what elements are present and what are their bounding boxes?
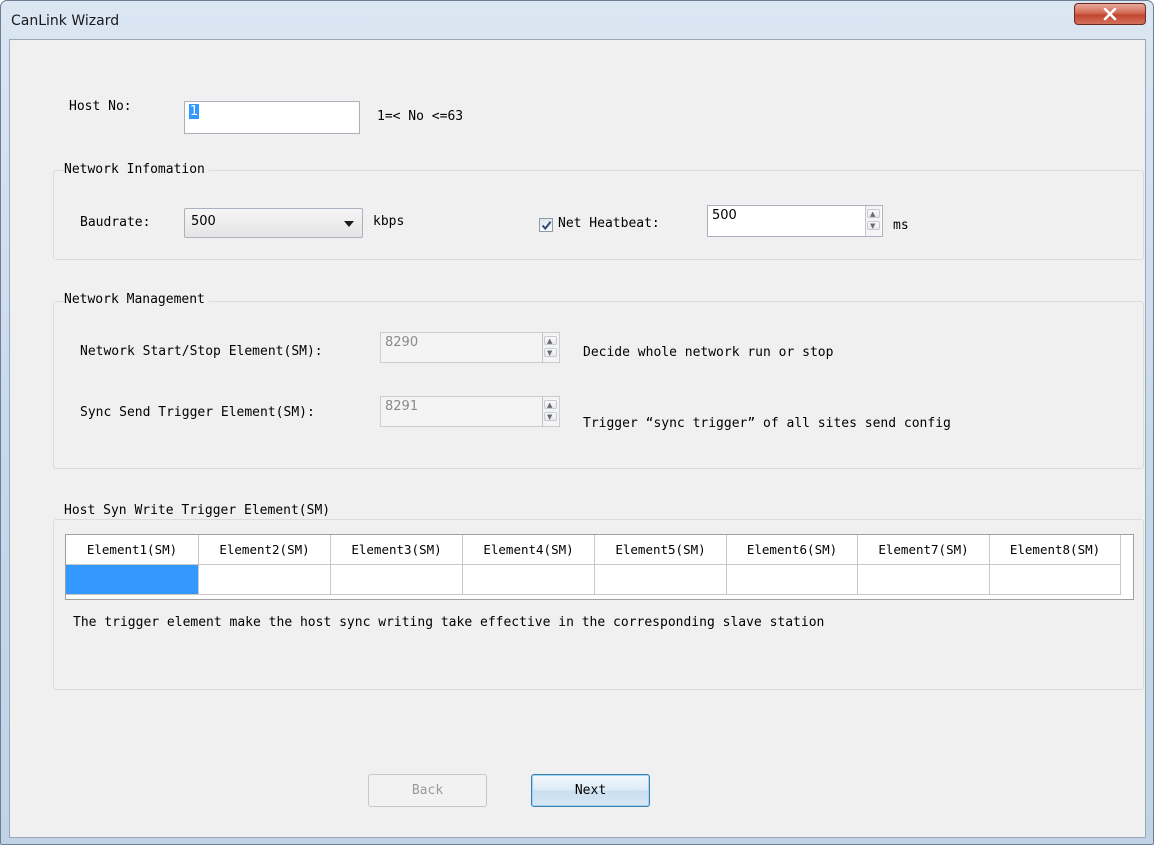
next-button[interactable]: Next	[531, 774, 650, 807]
grid-column-header[interactable]: Element7(SM)	[858, 535, 990, 565]
chevron-down-icon	[344, 221, 354, 227]
grid-cell[interactable]	[990, 565, 1121, 595]
grid-cell[interactable]	[331, 565, 463, 595]
sync-send-label: Sync Send Trigger Element(SM):	[80, 405, 315, 420]
host-no-label: Host No:	[69, 99, 132, 114]
grid-column-header[interactable]: Element4(SM)	[463, 535, 595, 565]
host-no-input[interactable]: 1	[184, 101, 360, 134]
grid-column-header[interactable]: Element8(SM)	[990, 535, 1121, 565]
baudrate-select[interactable]: 500	[184, 208, 363, 238]
checkmark-icon	[541, 221, 552, 231]
network-management-group	[53, 301, 1144, 469]
spin-up-icon[interactable]: ▲	[544, 400, 557, 409]
net-heartbeat-unit: ms	[893, 218, 909, 233]
title-bar[interactable]: CanLink Wizard	[1, 1, 1153, 37]
wizard-client-area: Host No: 1 1=< No <=63 Network Infomatio…	[9, 39, 1146, 838]
net-heartbeat-value: 500	[712, 208, 737, 223]
grid-cell[interactable]	[595, 565, 727, 595]
grid-cell[interactable]	[199, 565, 331, 595]
baudrate-label: Baudrate:	[80, 215, 151, 230]
grid-column-header[interactable]: Element5(SM)	[595, 535, 727, 565]
baudrate-selected-value: 500	[191, 214, 216, 229]
net-heartbeat-input[interactable]: 500 ▲ ▼	[707, 205, 883, 237]
back-button[interactable]: Back	[368, 774, 487, 807]
spin-down-icon[interactable]: ▼	[544, 412, 557, 421]
wizard-window: CanLink Wizard Host No: 1 1=< No <=63 Ne…	[0, 0, 1154, 845]
window-title: CanLink Wizard	[11, 13, 120, 29]
network-info-title: Network Infomation	[64, 162, 209, 177]
start-stop-description: Decide whole network run or stop	[583, 345, 834, 360]
net-heartbeat-checkbox[interactable]	[539, 218, 553, 232]
start-stop-input[interactable]: 8290 ▲ ▼	[380, 332, 560, 363]
net-heartbeat-label: Net Heatbeat:	[558, 216, 660, 231]
sync-send-spinner[interactable]: ▲ ▼	[542, 397, 558, 426]
spin-up-icon[interactable]: ▲	[544, 336, 557, 345]
grid-cell-selected[interactable]	[66, 565, 199, 595]
host-no-range-hint: 1=< No <=63	[377, 109, 464, 124]
spin-down-icon[interactable]: ▼	[867, 221, 880, 230]
baudrate-unit: kbps	[373, 214, 405, 229]
sync-send-input[interactable]: 8291 ▲ ▼	[380, 396, 560, 427]
grid-cell[interactable]	[463, 565, 595, 595]
grid-column-header[interactable]: Element6(SM)	[727, 535, 858, 565]
start-stop-value: 8290	[385, 335, 419, 350]
grid-cell[interactable]	[727, 565, 858, 595]
start-stop-label: Network Start/Stop Element(SM):	[80, 344, 323, 359]
grid-column-header[interactable]: Element1(SM)	[66, 535, 199, 565]
grid-cell[interactable]	[858, 565, 990, 595]
net-heartbeat-spinner[interactable]: ▲ ▼	[865, 206, 881, 236]
close-icon	[1103, 8, 1117, 21]
grid-column-header[interactable]: Element2(SM)	[199, 535, 331, 565]
trigger-element-grid: Element1(SM) Element2(SM) Element3(SM) E…	[65, 534, 1134, 600]
start-stop-spinner[interactable]: ▲ ▼	[542, 333, 558, 362]
close-button[interactable]	[1074, 3, 1146, 25]
sync-send-description: Trigger “sync trigger” of all sites send…	[583, 416, 951, 431]
spin-up-icon[interactable]: ▲	[867, 209, 880, 218]
grid-column-header[interactable]: Element3(SM)	[331, 535, 463, 565]
sync-send-value: 8291	[385, 399, 419, 414]
spin-down-icon[interactable]: ▼	[544, 348, 557, 357]
network-management-title: Network Management	[64, 292, 209, 307]
host-syn-description: The trigger element make the host sync w…	[73, 615, 825, 630]
host-syn-title: Host Syn Write Trigger Element(SM)	[64, 503, 335, 518]
host-no-value: 1	[189, 104, 200, 119]
